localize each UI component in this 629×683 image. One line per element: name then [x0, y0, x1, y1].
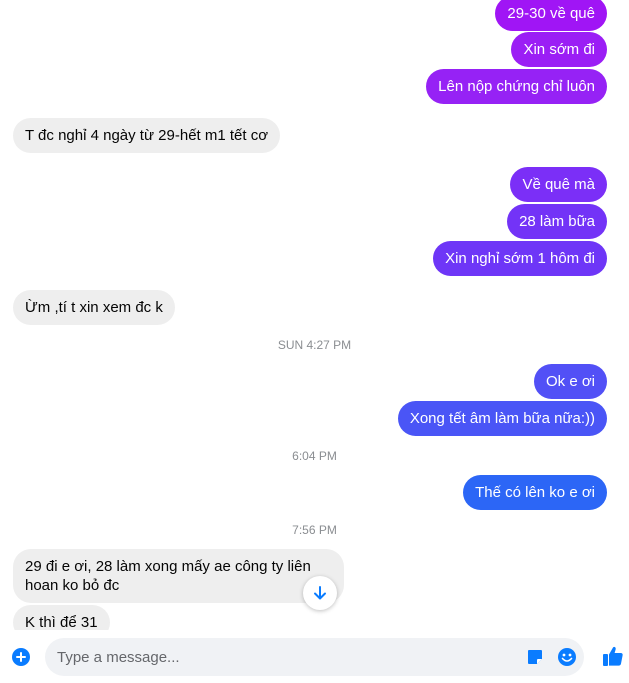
- add-attachment-button[interactable]: [12, 648, 30, 666]
- arrow-down-icon: [314, 586, 326, 600]
- message-outgoing[interactable]: 28 làm bữa: [507, 204, 607, 239]
- message-outgoing[interactable]: 29-30 về quê: [495, 0, 607, 31]
- message-outgoing[interactable]: Xin sớm đi: [511, 32, 607, 67]
- message-incoming[interactable]: K thì để 31: [13, 605, 110, 630]
- message-composer: [0, 630, 629, 683]
- message-outgoing[interactable]: Xong tết âm làm bữa nữa:)): [397, 401, 607, 436]
- timestamp: SUN 4:27 PM: [277, 338, 352, 352]
- scroll-to-bottom-button[interactable]: [303, 576, 337, 610]
- message-outgoing[interactable]: Xin nghỉ sớm 1 hôm đi: [433, 241, 607, 276]
- emoji-icon[interactable]: [557, 647, 577, 667]
- message-field[interactable]: [45, 638, 584, 676]
- message-incoming[interactable]: T đc nghỉ 4 ngày từ 29-hết m1 tết cơ: [13, 118, 281, 153]
- timestamp: 6:04 PM: [292, 449, 337, 463]
- message-incoming[interactable]: 29 đi e ơi, 28 làm xong mấy ae công ty l…: [13, 549, 344, 603]
- timestamp: 7:56 PM: [292, 523, 337, 537]
- chat-thread[interactable]: 29-30 về quê Xin sớm đi Lên nộp chứng ch…: [0, 0, 629, 630]
- message-input[interactable]: [57, 638, 497, 676]
- sticker-icon[interactable]: [526, 648, 544, 666]
- thumbs-up-icon[interactable]: [602, 645, 624, 667]
- message-outgoing[interactable]: Thế có lên ko e ơi: [463, 475, 607, 510]
- message-outgoing[interactable]: Về quê mà: [510, 167, 607, 202]
- message-incoming[interactable]: Ừm ,tí t xin xem đc k: [13, 290, 175, 325]
- plus-icon: [16, 652, 26, 662]
- message-outgoing[interactable]: Ok e ơi: [533, 364, 607, 399]
- message-outgoing[interactable]: Lên nộp chứng chỉ luôn: [426, 69, 607, 104]
